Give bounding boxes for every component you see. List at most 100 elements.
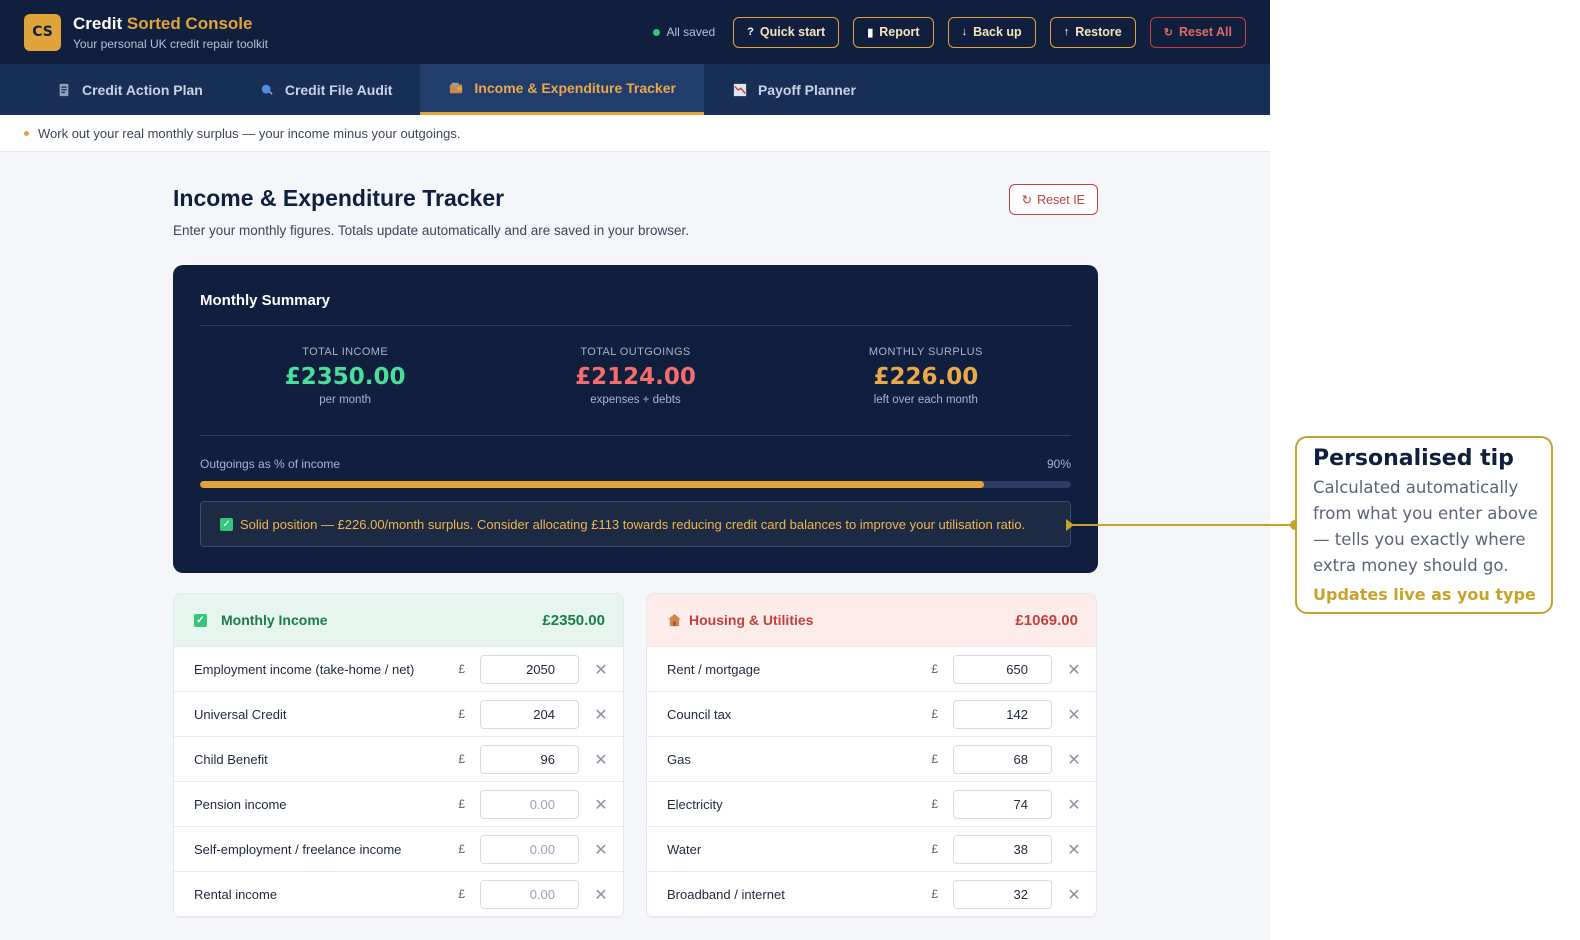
callout-title: Personalised tip — [1313, 446, 1514, 471]
row-label: Broadband / internet — [667, 886, 785, 902]
report-button[interactable]: ▮ Report — [853, 16, 934, 48]
amount-input[interactable] — [953, 744, 1052, 774]
monthly-income-card: ✓ Monthly Income £2350.00 Employment inco… — [173, 593, 624, 918]
backup-button[interactable]: ↓ Back up — [947, 16, 1036, 48]
amount-input[interactable] — [480, 834, 579, 864]
checkmark-icon: ✓ — [194, 613, 207, 627]
tip-text: Solid position — £226.00/month surplus. … — [240, 516, 1026, 532]
remove-row-icon[interactable]: ✕ — [579, 705, 623, 724]
reset-all-button[interactable]: ↻ Reset All — [1149, 16, 1246, 48]
amount-input[interactable] — [480, 744, 579, 774]
outgoings-percent-value: 90% — [1046, 457, 1071, 471]
checkmark-icon: ✓ — [220, 517, 233, 531]
stat-label: MONTHLY SURPLUS — [868, 346, 983, 358]
row-label: Employment income (take-home / net) — [194, 661, 415, 677]
amount-input[interactable] — [953, 654, 1052, 684]
amount-input[interactable] — [480, 654, 579, 684]
remove-row-icon[interactable]: ✕ — [1052, 750, 1096, 769]
remove-row-icon[interactable]: ✕ — [579, 660, 623, 679]
row-label: Child Benefit — [194, 751, 268, 767]
row-label: Pension income — [194, 796, 287, 812]
row-label: Council tax — [667, 706, 732, 722]
row-label: Rent / mortgage — [667, 661, 761, 677]
card-total: £2350.00 — [542, 611, 605, 629]
amount-input[interactable] — [480, 879, 579, 909]
bullet-icon — [24, 130, 29, 136]
document-icon: ▮ — [867, 26, 874, 39]
remove-row-icon[interactable]: ✕ — [579, 840, 623, 859]
currency-symbol: £ — [931, 887, 938, 901]
currency-symbol: £ — [931, 752, 938, 766]
stat-value: £2124.00 — [575, 364, 696, 390]
currency-symbol: £ — [458, 752, 465, 766]
main-content: Income & Expenditure Tracker Enter your … — [173, 152, 1098, 918]
summary-title: Monthly Summary — [200, 265, 1071, 326]
amount-input[interactable] — [480, 699, 579, 729]
app-title-part2: Sorted Console — [126, 13, 253, 33]
currency-symbol: £ — [931, 662, 938, 676]
table-row: Universal Credit £ ✕ — [174, 692, 623, 737]
card-title: Housing & Utilities — [667, 612, 813, 628]
reset-icon: ↻ — [1163, 26, 1173, 39]
progress-fill — [200, 481, 984, 488]
remove-row-icon[interactable]: ✕ — [1052, 660, 1096, 679]
app-subtitle: Your personal UK credit repair toolkit — [73, 36, 268, 51]
remove-row-icon[interactable]: ✕ — [1052, 795, 1096, 814]
currency-symbol: £ — [458, 662, 465, 676]
page-header: Income & Expenditure Tracker Enter your … — [173, 152, 1098, 262]
top-bar: CS Credit Sorted Console Your personal U… — [0, 0, 1270, 64]
amount-input[interactable] — [953, 834, 1052, 864]
stat-sub: expenses + debts — [590, 394, 681, 406]
tab-income-expenditure-tracker[interactable]: Income & Expenditure Tracker — [420, 64, 704, 115]
save-status-label: All saved — [666, 25, 716, 39]
chart-down-icon — [733, 83, 747, 96]
card-header: ✓ Monthly Income £2350.00 — [174, 594, 623, 647]
restore-button[interactable]: ↑ Restore — [1049, 16, 1136, 48]
category-cards: ✓ Monthly Income £2350.00 Employment inco… — [173, 593, 1098, 918]
remove-row-icon[interactable]: ✕ — [579, 750, 623, 769]
toolbar: All saved ? Quick start ▮ Report ↓ Back up … — [653, 16, 1246, 48]
outgoings-percent-row: Outgoings as % of income 90% — [200, 457, 1071, 471]
tab-credit-action-plan[interactable]: Credit Action Plan — [28, 64, 231, 115]
remove-row-icon[interactable]: ✕ — [1052, 885, 1096, 904]
download-arrow-icon: ↓ — [961, 26, 968, 38]
currency-symbol: £ — [458, 887, 465, 901]
amount-input[interactable] — [480, 789, 579, 819]
card-title: ✓ Monthly Income — [194, 612, 328, 628]
remove-row-icon[interactable]: ✕ — [579, 885, 623, 904]
housing-rows: Rent / mortgage£✕Council tax£✕Gas£✕Elect… — [647, 647, 1096, 917]
amount-input[interactable] — [953, 879, 1052, 909]
app-title-part1: Credit — [73, 13, 123, 33]
info-text: Work out your real monthly surplus — you… — [38, 125, 461, 141]
page-subtitle: Enter your monthly figures. Totals updat… — [173, 223, 690, 238]
quick-start-button[interactable]: ? Quick start — [733, 16, 840, 48]
wallet-icon — [450, 82, 463, 94]
row-label: Rental income — [194, 886, 278, 902]
document-icon — [59, 83, 69, 96]
currency-symbol: £ — [458, 707, 465, 721]
amount-input[interactable] — [953, 699, 1052, 729]
callout-connector-line — [1069, 524, 1295, 526]
question-icon: ? — [747, 26, 754, 38]
brand: Credit Sorted Console Your personal UK c… — [73, 14, 268, 51]
amount-input[interactable] — [953, 789, 1052, 819]
tab-credit-file-audit[interactable]: Credit File Audit — [231, 64, 421, 115]
stat-label: TOTAL INCOME — [302, 346, 389, 358]
remove-row-icon[interactable]: ✕ — [1052, 840, 1096, 859]
income-rows: Employment income (take-home / net)£✕Uni… — [174, 647, 623, 917]
table-row: Child Benefit £ ✕ — [174, 737, 623, 782]
currency-symbol: £ — [458, 797, 465, 811]
callout-footer: Updates live as you type — [1313, 585, 1536, 604]
remove-row-icon[interactable]: ✕ — [1052, 705, 1096, 724]
summary-stats: TOTAL INCOME £2350.00 per month TOTAL OU… — [200, 326, 1071, 436]
tab-payoff-planner[interactable]: Payoff Planner — [704, 64, 884, 115]
remove-row-icon[interactable]: ✕ — [579, 795, 623, 814]
search-icon — [261, 84, 273, 95]
reset-ie-button[interactable]: ↻ Reset IE — [1008, 184, 1098, 215]
tab-bar: Credit Action Plan Credit File Audit Inc… — [0, 64, 1270, 115]
row-label: Electricity — [667, 796, 723, 812]
outgoings-percent-label: Outgoings as % of income — [200, 457, 341, 471]
stat-monthly-surplus: MONTHLY SURPLUS £226.00 left over each m… — [781, 326, 1071, 435]
outgoings-progress-bar — [200, 481, 1071, 488]
callout-arrow-icon — [1066, 519, 1074, 531]
